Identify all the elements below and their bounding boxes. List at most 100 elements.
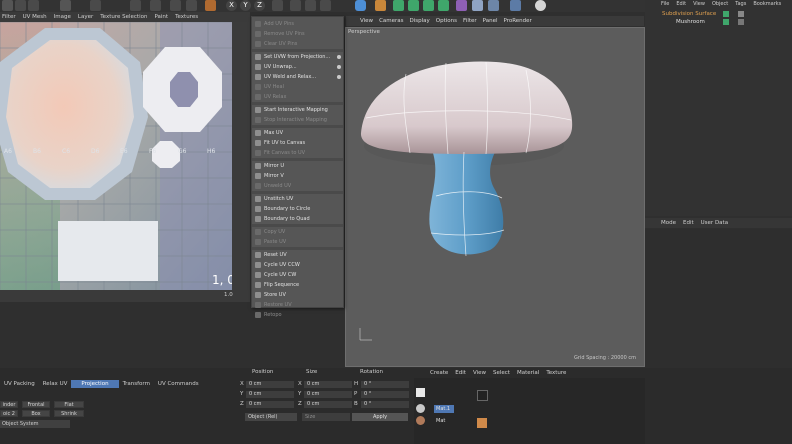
menu-item[interactable]: Mirror U bbox=[252, 161, 343, 171]
mat-menu-view[interactable]: View bbox=[473, 370, 486, 376]
add-icon[interactable] bbox=[205, 0, 216, 11]
subdivision-icon[interactable] bbox=[393, 0, 404, 11]
render-icon[interactable] bbox=[305, 0, 316, 11]
material-ball-icon[interactable] bbox=[416, 416, 425, 425]
rotation-field[interactable]: 0 ° bbox=[361, 381, 409, 388]
viewport-menu-prorender[interactable]: ProRender bbox=[504, 18, 532, 24]
x-axis-toggle[interactable]: X bbox=[226, 0, 237, 11]
visibility-check-icon[interactable] bbox=[723, 19, 729, 25]
menu-item[interactable]: Unstitch UV bbox=[252, 194, 343, 204]
object-row-mushroom[interactable]: Mushroom bbox=[676, 19, 705, 25]
uvw-tag-icon[interactable] bbox=[738, 19, 744, 25]
cursor-icon[interactable] bbox=[170, 0, 181, 11]
y-axis-toggle[interactable]: Y bbox=[240, 0, 251, 11]
uv-tab[interactable]: Projection bbox=[71, 380, 119, 388]
menu-item[interactable]: Fit UV to Canvas bbox=[252, 138, 343, 148]
light-icon[interactable] bbox=[535, 0, 546, 11]
deformer-icon[interactable] bbox=[456, 0, 467, 11]
viewport-menu-view[interactable]: View bbox=[360, 18, 373, 24]
menu-item[interactable]: Reset UV bbox=[252, 250, 343, 260]
live-selection-icon[interactable] bbox=[90, 0, 101, 11]
perspective-viewport[interactable] bbox=[345, 27, 645, 367]
mat-menu-create[interactable]: Create bbox=[430, 370, 448, 376]
cube-icon[interactable] bbox=[355, 0, 366, 11]
coordinate-system-icon[interactable] bbox=[272, 0, 283, 11]
camera-icon[interactable] bbox=[488, 0, 499, 11]
options-dot-icon[interactable] bbox=[337, 75, 341, 79]
tag-icon[interactable] bbox=[510, 0, 521, 11]
menu-item[interactable]: Flip Sequence bbox=[252, 280, 343, 290]
om-menu-edit[interactable]: Edit bbox=[676, 1, 686, 7]
material-preview-icon[interactable] bbox=[416, 388, 425, 397]
z-axis-toggle[interactable]: Z bbox=[254, 0, 265, 11]
uv-editor-canvas[interactable]: 1, 0 A6 B6 C6 D6 E6 F6 G6 H6 bbox=[0, 22, 232, 290]
menu-texture-selection[interactable]: Texture Selection bbox=[100, 14, 147, 20]
mat-menu-edit[interactable]: Edit bbox=[455, 370, 466, 376]
pen-icon[interactable] bbox=[375, 0, 386, 11]
redo-icon[interactable] bbox=[150, 0, 161, 11]
mat-menu-texture[interactable]: Texture bbox=[546, 370, 566, 376]
menu-item[interactable]: Start Interactive Mapping bbox=[252, 105, 343, 115]
projection-shrink-button[interactable]: Shrink bbox=[54, 410, 84, 417]
projection-box-button[interactable]: Box bbox=[22, 410, 50, 417]
uv-tab[interactable]: UV Packing bbox=[0, 380, 39, 388]
menu-item[interactable]: Max UV bbox=[252, 128, 343, 138]
material-chip-mat[interactable]: Mat bbox=[434, 417, 450, 425]
menu-item[interactable]: UV Weld and Relax... bbox=[252, 72, 343, 82]
menu-textures[interactable]: Textures bbox=[175, 14, 198, 20]
uv-tab[interactable]: Transform bbox=[119, 380, 154, 388]
symmetry-icon[interactable] bbox=[438, 0, 449, 11]
texture-tag-icon[interactable] bbox=[477, 418, 487, 428]
uv-tab[interactable]: UV Commands bbox=[154, 380, 203, 388]
move-icon[interactable] bbox=[186, 0, 197, 11]
position-field[interactable]: 0 cm bbox=[246, 381, 294, 388]
viewport-menu-filter[interactable]: Filter bbox=[463, 18, 477, 24]
menu-item[interactable]: Cycle UV CW bbox=[252, 270, 343, 280]
rotation-field[interactable]: 0 ° bbox=[361, 391, 409, 398]
menu-item[interactable]: Store UV bbox=[252, 290, 343, 300]
options-dot-icon[interactable] bbox=[337, 55, 341, 59]
om-menu-object[interactable]: Object bbox=[712, 1, 728, 7]
apply-button[interactable]: Apply bbox=[352, 413, 408, 421]
projection-cylinder-button[interactable]: inder bbox=[0, 401, 18, 408]
projection-cubic-button[interactable]: oic 2 bbox=[0, 410, 18, 417]
menu-item[interactable]: Boundary to Quad bbox=[252, 214, 343, 224]
menu-image[interactable]: Image bbox=[54, 14, 71, 20]
coordinate-mode-dropdown[interactable]: Object (Rel) bbox=[245, 413, 297, 421]
am-menu-mode[interactable]: Mode bbox=[661, 220, 676, 226]
menu-filter[interactable]: Filter bbox=[2, 14, 16, 20]
scale-tool-icon[interactable] bbox=[15, 0, 26, 11]
material-ball-icon[interactable] bbox=[416, 404, 425, 413]
render-view-icon[interactable] bbox=[290, 0, 301, 11]
viewport-menu-cameras[interactable]: Cameras bbox=[379, 18, 403, 24]
menu-uv-mesh[interactable]: UV Mesh bbox=[23, 14, 47, 20]
menu-item[interactable]: UV Unwrap... bbox=[252, 62, 343, 72]
rotate-tool-icon[interactable] bbox=[28, 0, 39, 11]
boole-icon[interactable] bbox=[423, 0, 434, 11]
texture-preview-icon[interactable] bbox=[477, 390, 488, 401]
viewport-menu-options[interactable]: Options bbox=[436, 18, 457, 24]
object-row-subdivision-surface[interactable]: Subdivision Surface bbox=[662, 11, 716, 17]
viewport-menu-display[interactable]: Display bbox=[410, 18, 430, 24]
size-field[interactable]: 0 cm bbox=[304, 401, 352, 408]
projection-flat-button[interactable]: Flat bbox=[54, 401, 84, 408]
menu-layer[interactable]: Layer bbox=[78, 14, 93, 20]
size-field[interactable]: 0 cm bbox=[304, 381, 352, 388]
om-menu-view[interactable]: View bbox=[693, 1, 705, 7]
menu-item[interactable]: Cycle UV CCW bbox=[252, 260, 343, 270]
position-field[interactable]: 0 cm bbox=[246, 391, 294, 398]
viewport-menu-panel[interactable]: Panel bbox=[483, 18, 498, 24]
size-field[interactable]: 0 cm bbox=[304, 391, 352, 398]
rotation-field[interactable]: 0 ° bbox=[361, 401, 409, 408]
undo-icon[interactable] bbox=[130, 0, 141, 11]
object-system-dropdown[interactable]: Object System bbox=[0, 420, 70, 428]
select-tool-icon[interactable] bbox=[60, 0, 71, 11]
size-mode-dropdown[interactable]: Size bbox=[302, 413, 350, 421]
om-menu-tags[interactable]: Tags bbox=[735, 1, 746, 7]
projection-frontal-button[interactable]: Frontal bbox=[22, 401, 50, 408]
om-menu-bookmarks[interactable]: Bookmarks bbox=[753, 1, 781, 7]
material-chip-mat1[interactable]: Mat.1 bbox=[434, 405, 454, 413]
uv-tab[interactable]: Relax UV bbox=[39, 380, 72, 388]
mat-menu-material[interactable]: Material bbox=[517, 370, 539, 376]
am-menu-edit[interactable]: Edit bbox=[683, 220, 694, 226]
